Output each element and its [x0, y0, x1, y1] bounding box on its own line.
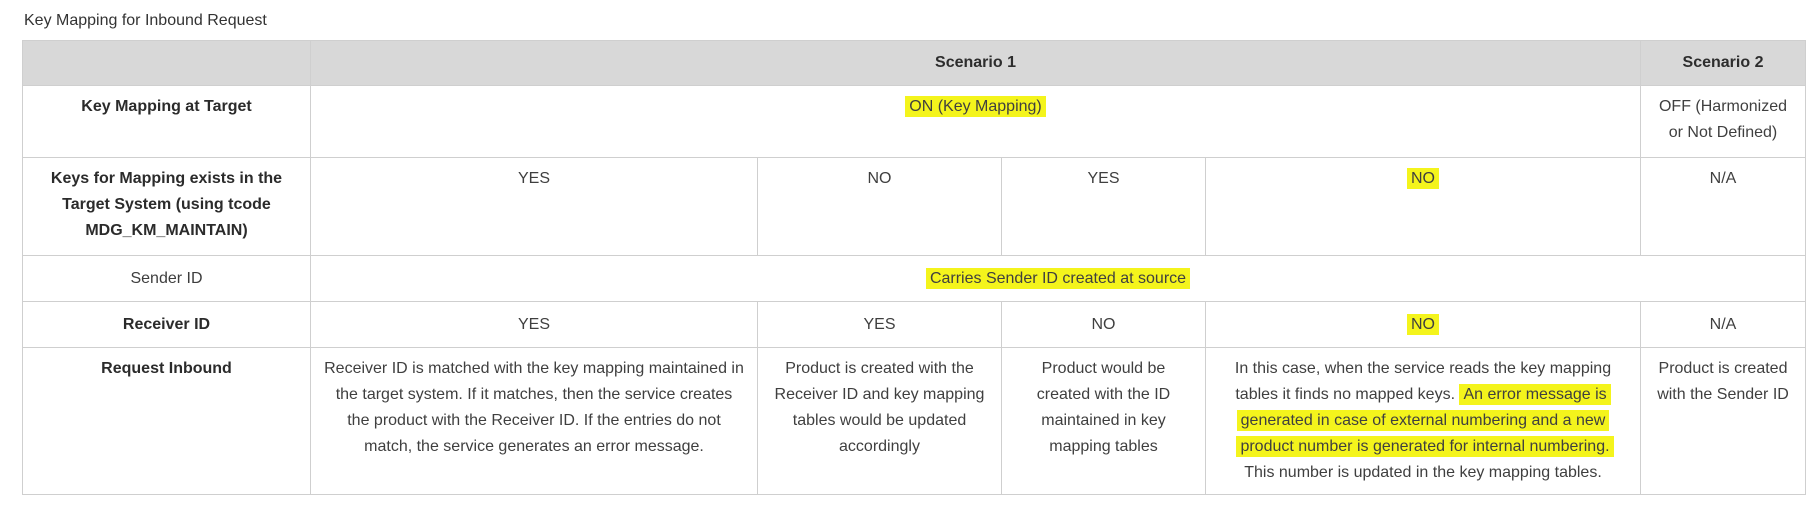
- row-label-request-inbound: Request Inbound: [22, 347, 311, 495]
- cell-receiver-id-1: YES: [310, 301, 758, 348]
- header-empty-cell: [22, 40, 311, 86]
- key-mapping-table: Scenario 1 Scenario 2 Key Mapping at Tar…: [22, 40, 1806, 495]
- cell-request-inbound-2: Product is created with the Receiver ID …: [757, 347, 1002, 495]
- header-scenario-1: Scenario 1: [310, 40, 1641, 86]
- row-label-key-mapping-at-target: Key Mapping at Target: [22, 85, 311, 158]
- key-mapping-table-container: Scenario 1 Scenario 2 Key Mapping at Tar…: [22, 40, 1806, 495]
- cell-request-inbound-1: Receiver ID is matched with the key mapp…: [310, 347, 758, 495]
- row-keys-exist: Keys for Mapping exists in the Target Sy…: [22, 157, 1806, 256]
- cell-keys-exist-4: NO: [1205, 157, 1641, 256]
- cell-keys-exist-3: YES: [1001, 157, 1206, 256]
- cell-receiver-id-4: NO: [1205, 301, 1641, 348]
- row-request-inbound: Request Inbound Receiver ID is matched w…: [22, 347, 1806, 495]
- cell-keys-exist-scenario2: N/A: [1640, 157, 1806, 256]
- row-key-mapping-at-target: Key Mapping at Target ON (Key Mapping) O…: [22, 85, 1806, 158]
- row-label-keys-exist: Keys for Mapping exists in the Target Sy…: [22, 157, 311, 256]
- cell-scenario1-key-mapping: ON (Key Mapping): [310, 85, 1641, 158]
- cell-scenario2-key-mapping: OFF (Harmonized or Not Defined): [1640, 85, 1806, 158]
- cell-receiver-id-2: YES: [757, 301, 1002, 348]
- table-caption: Key Mapping for Inbound Request: [24, 12, 267, 29]
- cell-receiver-id-scenario2: N/A: [1640, 301, 1806, 348]
- header-scenario-2: Scenario 2: [1640, 40, 1806, 86]
- cell-request-inbound-4: In this case, when the service reads the…: [1205, 347, 1641, 495]
- row-label-receiver-id: Receiver ID: [22, 301, 311, 348]
- highlighted-text: NO: [1407, 168, 1439, 189]
- cell-keys-exist-2: NO: [757, 157, 1002, 256]
- highlighted-text: NO: [1407, 313, 1439, 335]
- cell-receiver-id-3: NO: [1001, 301, 1206, 348]
- row-label-sender-id: Sender ID: [22, 255, 311, 302]
- cell-request-inbound-3: Product would be created with the ID mai…: [1001, 347, 1206, 495]
- cell-sender-id: Carries Sender ID created at source: [310, 255, 1806, 302]
- highlighted-text: ON (Key Mapping): [905, 96, 1046, 117]
- header-row: Scenario 1 Scenario 2: [22, 40, 1806, 86]
- row-receiver-id: Receiver ID YES YES NO NO N/A: [22, 301, 1806, 348]
- cell-request-inbound-scenario2: Product is created with the Sender ID: [1640, 347, 1806, 495]
- request-inbound-text-part2: This number is updated in the key mappin…: [1244, 464, 1602, 481]
- row-sender-id: Sender ID Carries Sender ID created at s…: [22, 255, 1806, 302]
- cell-keys-exist-1: YES: [310, 157, 758, 256]
- highlighted-text: Carries Sender ID created at source: [925, 267, 1191, 289]
